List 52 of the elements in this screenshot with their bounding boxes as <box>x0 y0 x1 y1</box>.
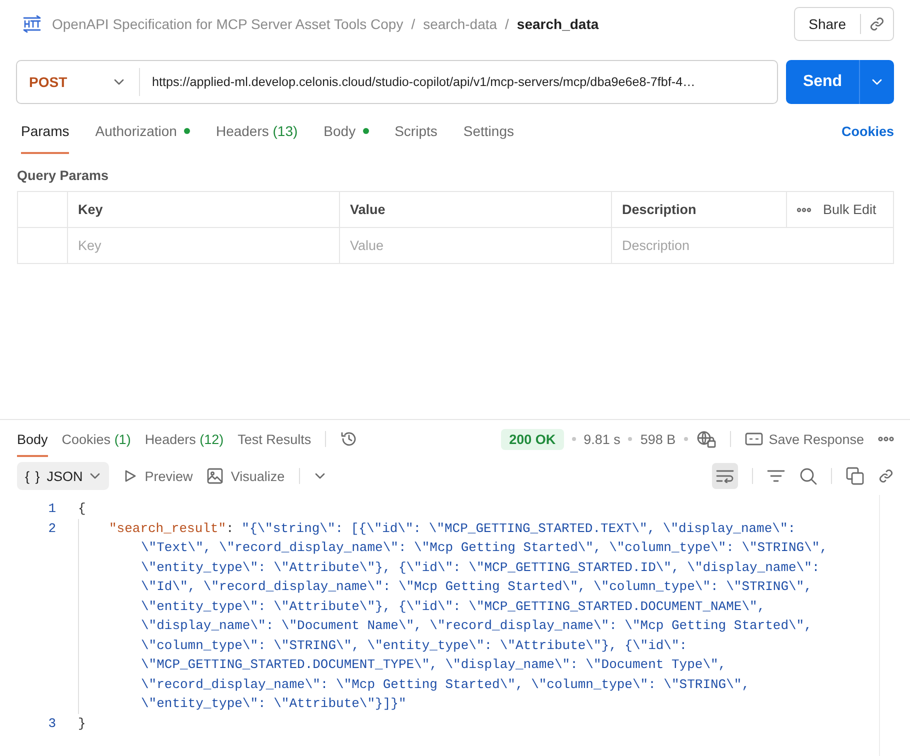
filter-icon[interactable] <box>767 469 785 483</box>
image-icon <box>206 468 223 484</box>
request-tab[interactable]: Authorization <box>95 108 190 154</box>
breadcrumb-link[interactable]: OpenAPI Specification for MCP Server Asset Tools Copy <box>52 16 404 32</box>
copy-icon[interactable] <box>846 467 864 485</box>
response-tab[interactable]: Headers (12) <box>144 421 224 457</box>
column-header: Description <box>612 192 787 227</box>
http-icon <box>22 15 42 33</box>
globe-lock-icon[interactable] <box>696 430 716 448</box>
save-response-button[interactable]: Save Response <box>744 432 864 446</box>
status-badge: 200 OK <box>501 428 564 450</box>
share-button[interactable]: Share <box>794 14 861 34</box>
request-tab[interactable]: Params <box>21 108 70 154</box>
more-icon <box>797 206 811 212</box>
send-button[interactable]: Send <box>786 60 860 104</box>
breadcrumb-separator: / <box>505 16 509 32</box>
search-icon[interactable] <box>799 467 817 485</box>
line-number: 1 <box>47 500 56 518</box>
bulk-edit-button[interactable]: Bulk Edit <box>823 202 876 217</box>
request-tab[interactable]: Settings <box>463 108 514 154</box>
response-tab[interactable]: Test Results <box>238 421 312 457</box>
history-icon[interactable] <box>340 430 358 448</box>
column-header: Key <box>68 192 340 227</box>
response-size: 598 B <box>640 432 676 446</box>
breadcrumb-separator: / <box>411 16 416 32</box>
code-line: { <box>78 500 86 518</box>
link-icon <box>869 16 885 32</box>
breadcrumb-link[interactable]: search-data <box>423 16 498 32</box>
request-tab[interactable]: Headers (13) <box>216 108 298 154</box>
column-header: Value <box>340 192 612 227</box>
line-number: 2 <box>47 520 56 538</box>
more-icon[interactable] <box>878 436 894 442</box>
response-tab[interactable]: Cookies (1) <box>62 421 131 457</box>
preview-button[interactable]: Preview <box>122 468 193 484</box>
url-field[interactable]: https://applied-ml.develop.celonis.cloud/studio-copilot/api/v1/mcp-servers/mcp/dba9e6e8-7fbf-4… <box>140 75 777 89</box>
visualize-button[interactable]: Visualize <box>206 468 285 484</box>
format-dropdown[interactable]: { } JSON <box>17 462 109 490</box>
request-tab[interactable]: Scripts <box>394 108 438 154</box>
response-time: 9.81 s <box>584 432 620 446</box>
request-tab[interactable]: Body <box>324 108 369 154</box>
code-line: "search_result": "{\"string\": [{\"id\": \"MCP_GETTING_STARTED.TEXT\", \"display_name\": \"Text\", \"record_display_name\": \"Mcp Getting Started\", \"column_type\": \"STRING\", \"entity_type\": \"Attribute\"}, {\"id\": \"MCP_GETTING_STARTED.ID\", \"display_name\": \"Id\", \"record_display_name\": \"Mcp Getting Started\", \"column_type\": \"STRING\", \"entity_type\": \"Attribute\"}, {\"id\": \"MCP_GETTING_STARTED.DOCUMENT_NAME\", \"display_name\": \"Document Name\", \"record_display_name\": \"Mcp Getting Started\", \"column_type\": \"STRING\", \"entity_type\": \"Attribute\"}, {\"id\": \"MCP_GETTING_STARTED.DOCUMENT_TYPE\", \"display_name\": \"Document Type\", \"record_display_name\": \"Mcp Getting Started\", \"column_type\": \"STRING\", \"entity_type\": \"Attribute\"}]}" <box>78 518 879 714</box>
wrap-lines-button[interactable] <box>712 463 738 489</box>
breadcrumb-current: search_data <box>516 16 599 32</box>
cookies-link[interactable]: Cookies <box>841 124 894 138</box>
method-dropdown[interactable]: POST <box>17 68 140 96</box>
line-number: 3 <box>47 714 56 732</box>
code-line: } <box>78 714 86 732</box>
section-title: Query Params <box>16 167 110 185</box>
wrap-icon <box>716 469 734 483</box>
response-tab[interactable]: Body <box>17 421 48 457</box>
link-icon[interactable] <box>878 468 894 484</box>
play-icon <box>122 469 137 483</box>
